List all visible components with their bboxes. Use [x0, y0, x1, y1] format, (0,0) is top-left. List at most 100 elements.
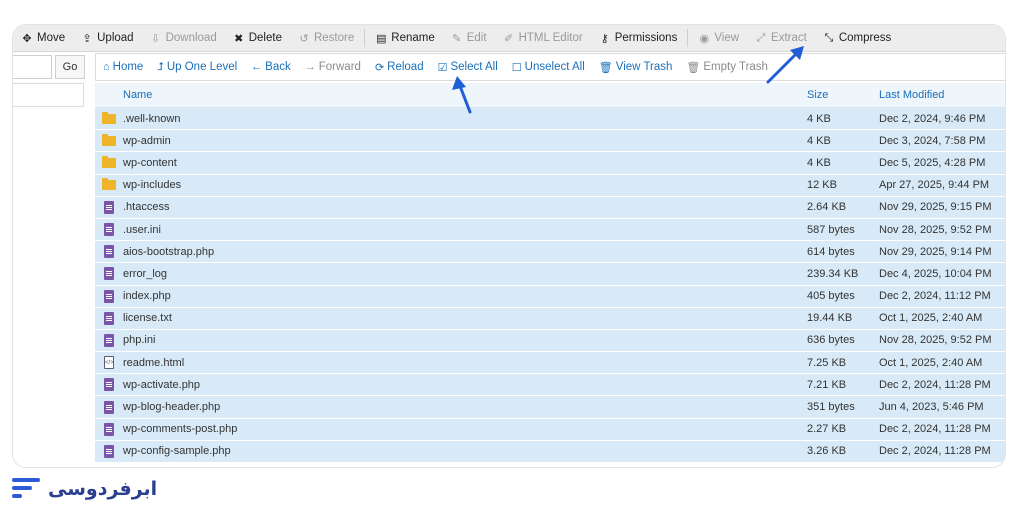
- trash-icon: 🗑: [598, 61, 613, 74]
- file-name[interactable]: wp-comments-post.php: [123, 423, 807, 435]
- toolbar-move-button[interactable]: ✥ Move: [13, 25, 73, 51]
- table-row[interactable]: error_log 239.34 KB Dec 4, 2025, 10:04 PM: [95, 263, 1005, 286]
- table-row[interactable]: license.txt 19.44 KB Oct 1, 2025, 2:40 AM: [95, 307, 1005, 330]
- file-last-modified: Apr 27, 2025, 9:44 PM: [879, 179, 990, 192]
- toolbar-view-button[interactable]: ◉ View: [690, 25, 747, 51]
- table-row[interactable]: php.ini 636 bytes Nov 28, 2025, 9:52 PM: [95, 329, 1005, 353]
- toolbar-button-label: Upload: [97, 32, 134, 44]
- file-size: 587 bytes: [807, 223, 855, 236]
- file-name[interactable]: license.txt: [123, 312, 807, 324]
- file-last-modified: Dec 2, 2024, 9:46 PM: [879, 112, 986, 125]
- toolbar-button-label: Rename: [391, 32, 435, 44]
- table-row[interactable]: </> readme.html 7.25 KB Oct 1, 2025, 2:40 A…: [95, 352, 1005, 375]
- toolbar-compress-button[interactable]: ⤡ Compress: [815, 25, 899, 51]
- file-name[interactable]: aios-bootstrap.php: [123, 246, 807, 258]
- table-row[interactable]: .user.ini 587 bytes Nov 28, 2025, 9:52 PM: [95, 218, 1005, 242]
- navigation-bar: ⌂ Home ⮥ Up One Level ← Back → Forward ⟳ Reload ☑ S…: [95, 53, 1005, 81]
- column-header-last-modified[interactable]: Last Modified: [879, 89, 1005, 101]
- html-file-icon: </>: [95, 356, 123, 370]
- column-header-size[interactable]: Size: [807, 89, 879, 101]
- table-row[interactable]: wp-content 4 KB Dec 5, 2025, 4:28 PM: [95, 152, 1005, 175]
- file-icon: [95, 245, 123, 259]
- table-row[interactable]: wp-includes 12 KB Apr 27, 2025, 9:44 PM: [95, 174, 1005, 197]
- toolbar-button-label: Move: [37, 32, 66, 44]
- file-last-modified: Dec 2, 2024, 11:28 PM: [879, 423, 991, 436]
- toolbar-edit-button[interactable]: ✎ Edit: [443, 25, 495, 51]
- file-name[interactable]: .user.ini: [123, 224, 807, 236]
- file-name[interactable]: wp-admin: [123, 135, 807, 147]
- key-icon: ⚷: [600, 32, 609, 45]
- brand-logo: ابرفردوسی: [12, 478, 157, 500]
- folder-icon: [95, 178, 123, 191]
- toolbar-delete-button[interactable]: ✖ Delete: [225, 25, 290, 51]
- toolbar-rename-button[interactable]: ▤ Rename: [367, 25, 442, 51]
- nav-up-one-level-button[interactable]: ⮥ Up One Level: [150, 61, 244, 74]
- file-name[interactable]: readme.html: [123, 357, 807, 369]
- table-row[interactable]: aios-bootstrap.php 614 bytes Nov 29, 2025,…: [95, 241, 1005, 264]
- nav-reload-button[interactable]: ⟳ Reload: [368, 61, 431, 74]
- toolbar-button-label: Restore: [313, 32, 355, 44]
- directory-tree[interactable]: [13, 83, 84, 107]
- nav-view-trash-button[interactable]: 🗑 View Trash: [592, 61, 680, 74]
- delete-icon: ✖: [234, 32, 244, 45]
- nav-button-label: Select All: [450, 61, 498, 73]
- toolbar-separator: [364, 29, 366, 47]
- brand-mark-icon: [12, 478, 40, 500]
- file-icon: [95, 311, 123, 325]
- table-body: .well-known 4 KB Dec 2, 2024, 9:46 PM wp-ad…: [95, 108, 1005, 463]
- file-name[interactable]: index.php: [123, 290, 807, 302]
- nav-select-all-button[interactable]: ☑ Select All: [431, 61, 505, 74]
- file-size: 12 KB: [807, 179, 837, 192]
- table-row[interactable]: .htaccess 2.64 KB Nov 29, 2025, 9:15 PM: [95, 196, 1005, 219]
- compress-icon: ⤡: [824, 31, 834, 44]
- file-size: 614 bytes: [807, 245, 855, 258]
- nav-button-label: Forward: [318, 61, 361, 73]
- edit-icon: ✎: [452, 32, 462, 45]
- toolbar-download-button[interactable]: ⇩ Download: [142, 25, 225, 51]
- toolbar-permissions-button[interactable]: ⚷ Permissions: [591, 25, 686, 51]
- table-row[interactable]: index.php 405 bytes Dec 2, 2024, 11:12 PM: [95, 285, 1005, 308]
- nav-home-button[interactable]: ⌂ Home: [96, 61, 150, 73]
- toolbar-button-label: Delete: [248, 32, 282, 44]
- empty-trash-icon: 🗑: [686, 61, 701, 74]
- nav-forward-button[interactable]: → Forward: [298, 61, 368, 73]
- folder-icon: [95, 155, 123, 168]
- table-row[interactable]: .well-known 4 KB Dec 2, 2024, 9:46 PM: [95, 108, 1005, 131]
- file-icon: [95, 223, 123, 237]
- upload-icon: ⇪: [82, 32, 92, 45]
- file-last-modified: Dec 2, 2024, 11:28 PM: [879, 445, 991, 458]
- file-size: 239.34 KB: [807, 267, 859, 280]
- file-table: Name Size Last Modified .well-known 4 KB D…: [95, 83, 1005, 467]
- toolbar-upload-button[interactable]: ⇪ Upload: [73, 25, 141, 51]
- reload-icon: ⟳: [374, 61, 385, 74]
- file-name[interactable]: wp-content: [123, 157, 807, 169]
- toolbar-restore-button[interactable]: ↺ Restore: [290, 25, 362, 51]
- file-name[interactable]: wp-config-sample.php: [123, 445, 807, 457]
- file-last-modified: Dec 2, 2024, 11:28 PM: [879, 378, 991, 391]
- go-button[interactable]: Go: [55, 55, 85, 79]
- file-name[interactable]: wp-includes: [123, 179, 807, 191]
- file-icon: [95, 400, 123, 414]
- file-name[interactable]: wp-blog-header.php: [123, 401, 807, 413]
- path-input[interactable]: [13, 55, 52, 79]
- file-size: 405 bytes: [807, 290, 855, 303]
- file-last-modified: Dec 3, 2024, 7:58 PM: [879, 134, 986, 147]
- toolbar-html-editor-button[interactable]: ✐ HTML Editor: [495, 25, 591, 51]
- nav-unselect-all-button[interactable]: ☐ Unselect All: [505, 61, 592, 74]
- table-row[interactable]: wp-comments-post.php 2.27 KB Dec 2, 2024, …: [95, 418, 1005, 441]
- file-size: 636 bytes: [807, 334, 855, 347]
- file-name[interactable]: .htaccess: [123, 201, 807, 213]
- table-row[interactable]: wp-activate.php 7.21 KB Dec 2, 2024, 11:28…: [95, 374, 1005, 397]
- file-icon: [95, 378, 123, 392]
- file-icon: [95, 289, 123, 303]
- table-row[interactable]: wp-blog-header.php 351 bytes Jun 4, 2023, …: [95, 396, 1005, 419]
- table-row[interactable]: wp-admin 4 KB Dec 3, 2024, 7:58 PM: [95, 130, 1005, 153]
- table-row[interactable]: wp-config-sample.php 3.26 KB Dec 2, 2024, …: [95, 440, 1005, 463]
- file-icon: [95, 267, 123, 281]
- eye-icon: ◉: [699, 32, 710, 45]
- file-name[interactable]: error_log: [123, 268, 807, 280]
- file-name[interactable]: php.ini: [123, 334, 807, 346]
- file-name[interactable]: wp-activate.php: [123, 379, 807, 391]
- nav-back-button[interactable]: ← Back: [244, 61, 298, 73]
- home-icon: ⌂: [103, 61, 110, 73]
